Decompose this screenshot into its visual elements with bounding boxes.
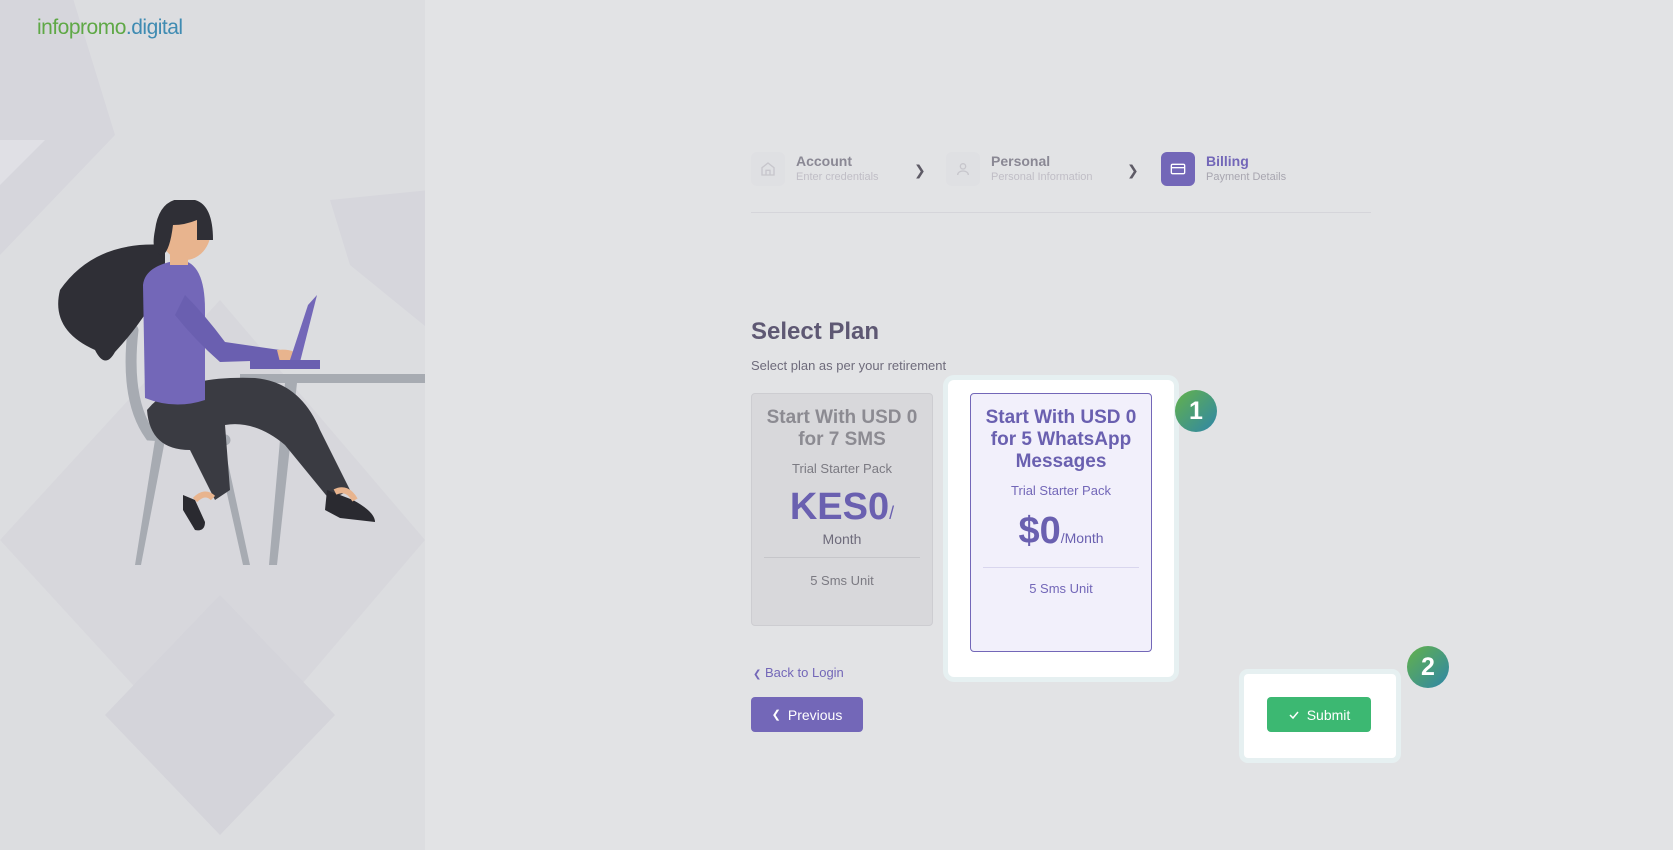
home-icon bbox=[761, 162, 775, 176]
plan-divider bbox=[983, 567, 1139, 568]
plan-tag: Trial Starter Pack bbox=[792, 461, 892, 476]
step-personal[interactable]: Personal Personal Information bbox=[946, 152, 1093, 186]
chevron-right-icon: ❯ bbox=[914, 162, 926, 178]
woman-working-on-laptop-illustration bbox=[58, 200, 425, 565]
submit-button-label: Submit bbox=[1306, 706, 1351, 723]
plan-units: 5 Sms Unit bbox=[810, 573, 874, 588]
plan-card-whatsapp[interactable]: Start With USD 0 for 5 WhatsApp Messages… bbox=[970, 393, 1152, 652]
checkout-stepper: Account Enter credentials ❯ Personal Per… bbox=[751, 150, 1371, 213]
back-to-login-link[interactable]: ❮ Back to Login bbox=[753, 665, 844, 680]
plan-title: Start With USD 0 for 5 WhatsApp Messages bbox=[985, 407, 1137, 472]
plan-price-period: Month bbox=[822, 531, 862, 547]
plan-price-period: /Month bbox=[1060, 530, 1104, 546]
step-account[interactable]: Account Enter credentials bbox=[751, 152, 879, 186]
plan-price-amount: KES0 bbox=[789, 486, 890, 528]
step-personal-subtitle: Personal Information bbox=[991, 170, 1093, 183]
step-account-subtitle: Enter credentials bbox=[796, 170, 879, 183]
plan-price-separator: / bbox=[889, 503, 895, 523]
credit-card-icon bbox=[1170, 163, 1186, 175]
chevron-right-icon: ❯ bbox=[1127, 162, 1139, 178]
check-icon bbox=[1289, 711, 1299, 719]
back-to-login-label: Back to Login bbox=[765, 665, 844, 680]
step-personal-icon-box bbox=[946, 152, 980, 186]
previous-button[interactable]: ❮ Previous bbox=[751, 697, 863, 732]
user-icon bbox=[957, 163, 969, 176]
chevron-left-icon: ❮ bbox=[753, 669, 762, 680]
plan-units: 5 Sms Unit bbox=[1029, 581, 1093, 596]
step-account-title: Account bbox=[796, 153, 852, 170]
plan-tag: Trial Starter Pack bbox=[1011, 483, 1111, 498]
plan-card-sms[interactable]: Start With USD 0 for 7 SMS Trial Starter… bbox=[751, 393, 933, 626]
step-account-icon-box bbox=[751, 152, 785, 186]
logo-part-1: infopromo bbox=[37, 16, 126, 39]
plan-price-amount: $0 bbox=[1018, 510, 1061, 552]
plan-divider bbox=[764, 557, 920, 558]
step-marker-1-badge: 1 bbox=[1175, 390, 1217, 432]
step-billing-icon-box bbox=[1161, 152, 1195, 186]
step-billing-title: Billing bbox=[1206, 153, 1249, 170]
logo-part-2: .digital bbox=[125, 16, 183, 39]
step-billing-subtitle: Payment Details bbox=[1206, 170, 1287, 183]
left-illustration-panel: infopromo.digital bbox=[0, 0, 425, 850]
step-personal-title: Personal bbox=[991, 153, 1051, 170]
submit-button[interactable]: Submit bbox=[1267, 697, 1371, 732]
plan-price: KES0/ bbox=[752, 486, 932, 529]
plan-price: $0/Month bbox=[971, 510, 1151, 553]
step-billing[interactable]: Billing Payment Details bbox=[1161, 152, 1286, 186]
section-subtitle: Select plan as per your retirement bbox=[751, 358, 947, 373]
plan-title: Start With USD 0 for 7 SMS bbox=[766, 407, 918, 450]
previous-button-label: Previous bbox=[787, 706, 843, 723]
section-title: Select Plan bbox=[751, 318, 880, 345]
chevron-left-icon: ❮ bbox=[771, 709, 781, 721]
step-marker-2-badge: 2 bbox=[1407, 646, 1449, 688]
app-logo[interactable]: infopromo.digital bbox=[37, 16, 183, 40]
